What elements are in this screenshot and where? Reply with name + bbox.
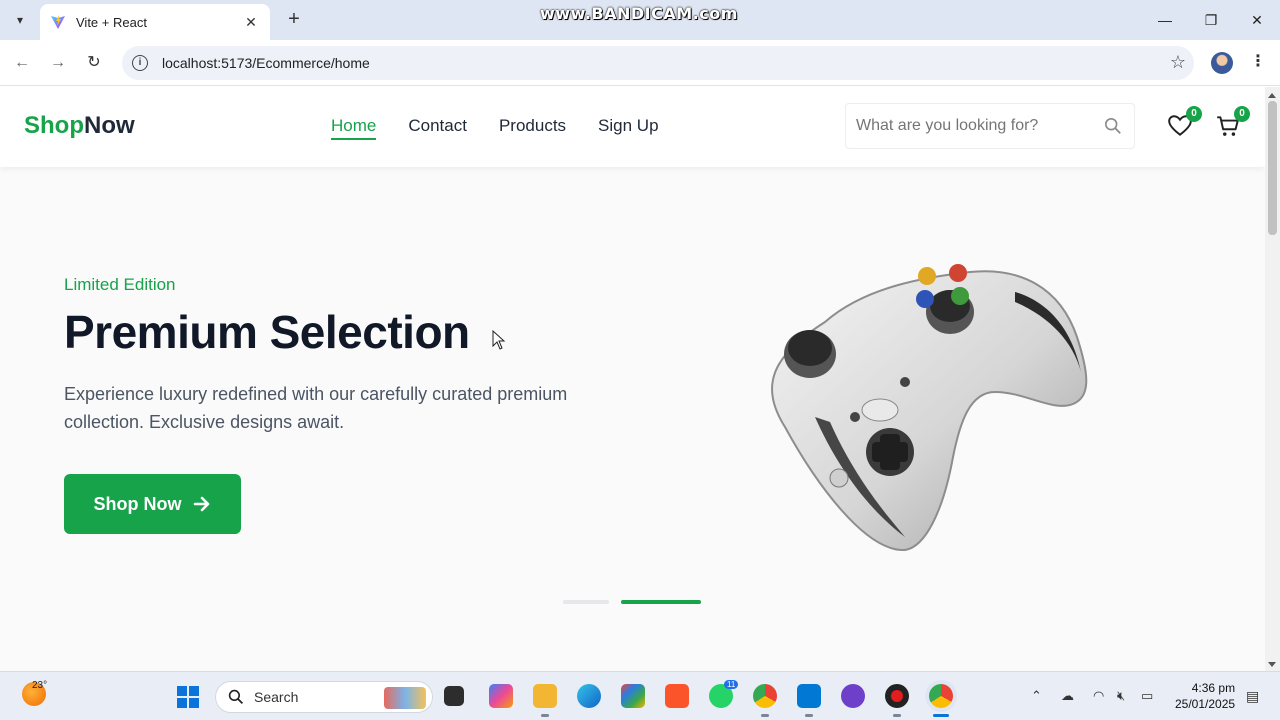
hero-description: Experience luxury redefined with our car…	[64, 384, 568, 432]
close-tab-icon[interactable]: ✕	[242, 14, 260, 31]
search-input[interactable]	[856, 117, 1096, 135]
scroll-down-arrow-icon[interactable]	[1268, 662, 1276, 667]
cart-button[interactable]: 0	[1215, 106, 1250, 139]
hero-title: Premium Selection	[64, 306, 470, 358]
store-icon[interactable]	[621, 684, 645, 708]
brave-icon[interactable]	[665, 684, 689, 708]
whatsapp-badge: 11	[724, 680, 739, 689]
cart-count-badge: 0	[1234, 106, 1250, 122]
hero-tag: Limited Edition	[64, 275, 176, 294]
scroll-up-arrow-icon[interactable]	[1268, 93, 1276, 98]
scroll-thumb[interactable]	[1268, 101, 1277, 235]
chrome-active-indicator	[933, 714, 949, 717]
tray-overflow-chevron-icon[interactable]: ⌃	[1031, 688, 1042, 704]
file-explorer-icon[interactable]	[533, 684, 557, 708]
site-search	[845, 103, 1135, 149]
bookmark-star-icon[interactable]: ☆	[1170, 52, 1186, 73]
clock-time: 4:36 pm	[1191, 681, 1236, 695]
search-highlight-image	[384, 687, 426, 709]
url-text[interactable]: localhost:5173/Ecommerce/home	[162, 55, 370, 71]
logo-now-text: Now	[84, 112, 135, 139]
browser-menu-icon[interactable]: ⋮	[1250, 51, 1266, 71]
taskbar-search-icon	[228, 689, 244, 705]
arrow-right-icon	[193, 496, 209, 512]
wishlist-count-badge: 0	[1186, 106, 1202, 122]
minimize-button[interactable]: —	[1153, 8, 1177, 32]
game-controller-image	[771, 264, 1088, 552]
chrome-running-indicator	[761, 714, 769, 717]
wifi-icon[interactable]: ◠	[1093, 688, 1104, 704]
chrome-icon[interactable]	[753, 684, 777, 708]
wishlist-button[interactable]: 0	[1167, 106, 1202, 139]
bandicam-running-indicator	[893, 714, 901, 717]
main-nav: Home Contact Products Sign Up	[331, 116, 659, 140]
shop-now-label: Shop Now	[93, 493, 182, 514]
nav-sign-up[interactable]: Sign Up	[598, 116, 658, 140]
copilot-icon[interactable]	[489, 684, 513, 708]
slide-indicator-1[interactable]	[563, 600, 609, 604]
slide-indicator-2[interactable]	[621, 600, 701, 604]
slide-indicators	[563, 600, 701, 604]
chrome-active-icon[interactable]	[929, 684, 953, 708]
weather-temperature: 23°	[32, 680, 48, 691]
reload-icon[interactable]: ↻	[82, 51, 106, 75]
site-header: ShopNow Home Contact Products Sign Up 0	[0, 87, 1265, 167]
site-info-icon[interactable]: i	[132, 55, 148, 71]
windows-taskbar: 23° Search 11 ⌃ ☁ ◠ 🔇︎ ▭ 4:36 pm 25/01/2…	[0, 671, 1280, 720]
taskbar-clock[interactable]: 4:36 pm 25/01/2025	[1175, 680, 1235, 712]
taskbar-search-label: Search	[254, 689, 299, 705]
site-logo[interactable]: ShopNow	[24, 112, 135, 140]
tab-title: Vite + React	[76, 14, 147, 30]
tab-search-chevron-icon[interactable]: ▾	[8, 8, 32, 32]
taskbar-search[interactable]: Search	[215, 681, 433, 713]
vscode-icon[interactable]	[797, 684, 821, 708]
edge-icon[interactable]	[577, 684, 601, 708]
file-explorer-running-indicator	[541, 714, 549, 717]
profile-avatar[interactable]	[1211, 52, 1233, 74]
close-window-button[interactable]: ✕	[1245, 8, 1269, 32]
forward-icon[interactable]: →	[46, 51, 70, 75]
browser-tabstrip: ▾ Vite + React ✕ + www.BANDICAM.com — ❐ …	[0, 0, 1280, 40]
search-icon[interactable]	[1104, 117, 1122, 135]
clock-date: 25/01/2025	[1175, 697, 1236, 711]
restore-button[interactable]: ❐	[1199, 8, 1223, 32]
nav-home[interactable]: Home	[331, 116, 377, 140]
nav-contact[interactable]: Contact	[408, 116, 467, 140]
recording-watermark: www.BANDICAM.com	[540, 4, 738, 23]
battery-icon[interactable]: ▭	[1141, 688, 1153, 704]
nav-products[interactable]: Products	[499, 116, 566, 140]
browser-tab[interactable]: Vite + React ✕	[40, 4, 270, 40]
volume-muted-icon[interactable]: 🔇︎	[1117, 688, 1125, 704]
vscode-running-indicator	[805, 714, 813, 717]
shop-now-button[interactable]: Shop Now	[64, 474, 241, 534]
back-icon[interactable]: ←	[10, 51, 34, 75]
start-windows-icon[interactable]	[177, 686, 199, 708]
browser-toolbar: ← → ↻ i localhost:5173/Ecommerce/home ☆	[0, 40, 1280, 86]
onedrive-icon[interactable]: ☁	[1061, 688, 1074, 704]
page-viewport: ShopNow Home Contact Products Sign Up 0	[0, 87, 1265, 671]
logo-shop-text: Shop	[24, 112, 84, 139]
vite-logo-icon	[51, 15, 65, 29]
bandicam-record-icon[interactable]	[885, 684, 909, 708]
address-bar[interactable]: i localhost:5173/Ecommerce/home ☆	[122, 46, 1194, 80]
page-scrollbar[interactable]	[1265, 87, 1280, 671]
new-tab-button[interactable]: +	[282, 8, 306, 32]
task-view-icon[interactable]	[444, 686, 464, 706]
github-desktop-icon[interactable]	[841, 684, 865, 708]
notification-icon[interactable]: ▤	[1246, 688, 1259, 705]
mouse-cursor-icon	[492, 330, 506, 350]
